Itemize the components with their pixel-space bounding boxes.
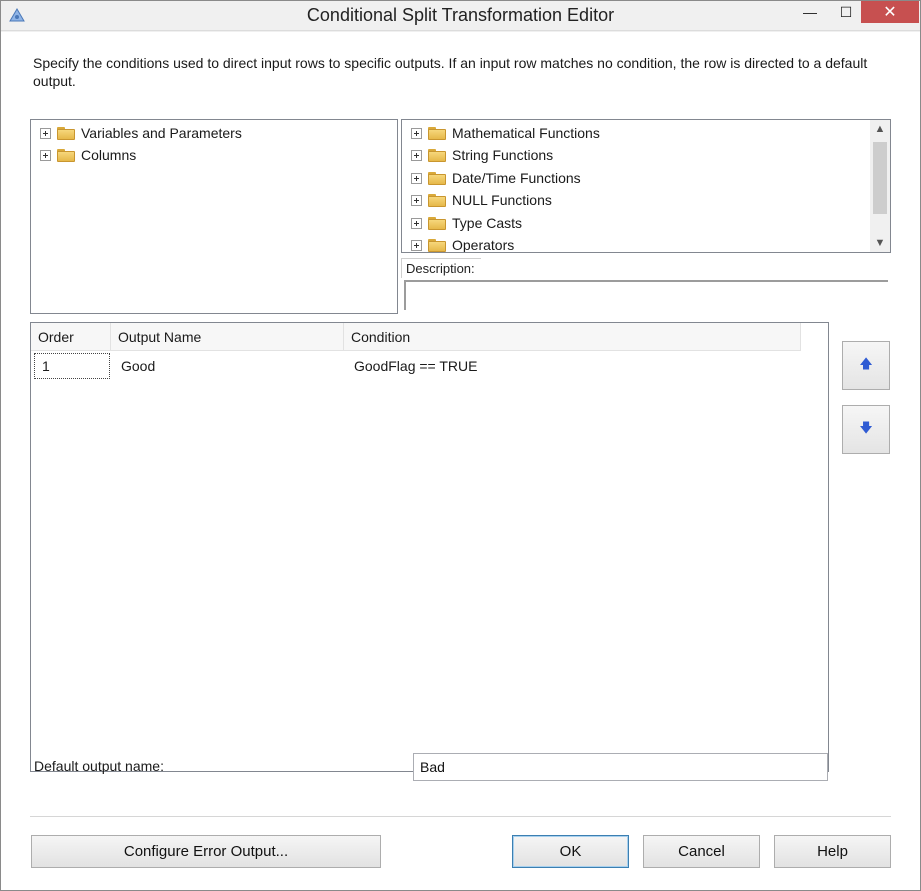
dialog-client-area: Specify the conditions used to direct in… xyxy=(1,32,920,890)
window-title: Conditional Split Transformation Editor xyxy=(306,5,615,25)
grid-header: Order Output Name Condition xyxy=(31,323,801,351)
expand-icon[interactable] xyxy=(40,149,51,161)
help-button[interactable]: Help xyxy=(774,835,891,868)
ok-button[interactable]: OK xyxy=(512,835,629,868)
order-cell[interactable]: 1 xyxy=(33,352,111,380)
tree-item-string-functions[interactable]: String Functions xyxy=(411,144,553,166)
cancel-button[interactable]: Cancel xyxy=(643,835,760,868)
instructions-text: Specify the conditions used to direct in… xyxy=(33,55,868,89)
close-button[interactable]: ✕ xyxy=(861,1,919,23)
tree-item-date-time-functions[interactable]: Date/Time Functions xyxy=(411,167,581,189)
arrow-down-icon: 🡇 xyxy=(859,419,873,435)
tree-item-label: Variables and Parameters xyxy=(81,125,242,141)
tree-item-null-functions[interactable]: NULL Functions xyxy=(411,189,552,211)
folder-icon xyxy=(428,126,446,140)
divider xyxy=(30,816,891,817)
conditions-grid[interactable]: Order Output Name Condition 1 Good GoodF… xyxy=(30,322,829,772)
tree-item-mathematical-functions[interactable]: Mathematical Functions xyxy=(411,122,600,144)
tree-item-label: Mathematical Functions xyxy=(452,125,600,141)
column-header-output-name[interactable]: Output Name xyxy=(111,323,344,351)
expand-icon[interactable] xyxy=(411,239,422,251)
output-name-cell[interactable]: Good xyxy=(111,352,344,380)
description-box xyxy=(404,280,888,310)
scroll-down-icon[interactable]: ▼ xyxy=(870,234,890,252)
folder-icon xyxy=(428,193,446,207)
scroll-up-icon[interactable]: ▲ xyxy=(870,120,890,138)
folder-icon xyxy=(428,148,446,162)
condition-cell[interactable]: GoodFlag == TRUE xyxy=(344,352,801,380)
move-up-button[interactable]: 🡅 xyxy=(842,341,890,390)
scroll-thumb[interactable] xyxy=(873,142,887,214)
column-header-condition[interactable]: Condition xyxy=(344,323,801,351)
default-output-input[interactable] xyxy=(413,753,828,781)
default-output-label: Default output name: xyxy=(34,758,164,774)
expand-icon[interactable] xyxy=(411,194,422,206)
variables-columns-tree[interactable]: Variables and Parameters Columns xyxy=(30,119,398,314)
tree-item-label: Type Casts xyxy=(452,215,523,231)
tree-item-label: Operators xyxy=(452,237,515,253)
folder-icon xyxy=(428,238,446,252)
folder-icon xyxy=(57,126,75,140)
arrow-up-icon: 🡅 xyxy=(859,355,873,371)
tree-item-label: Columns xyxy=(81,147,137,163)
description-label: Description: xyxy=(401,258,481,278)
dialog-window: Conditional Split Transformation Editor … xyxy=(0,0,921,891)
tree-item-label: NULL Functions xyxy=(452,192,552,208)
configure-error-output-button[interactable]: Configure Error Output... xyxy=(31,835,381,868)
tree-item-type-casts[interactable]: Type Casts xyxy=(411,212,522,234)
column-header-order[interactable]: Order xyxy=(31,323,111,351)
move-down-button[interactable]: 🡇 xyxy=(842,405,890,454)
functions-tree[interactable]: Mathematical Functions String Functions … xyxy=(401,119,891,253)
expand-icon[interactable] xyxy=(411,149,422,161)
expand-icon[interactable] xyxy=(40,127,51,139)
title-bar[interactable]: Conditional Split Transformation Editor … xyxy=(1,1,920,31)
expand-icon[interactable] xyxy=(411,172,422,184)
expand-icon[interactable] xyxy=(411,217,422,229)
tree-item-columns[interactable]: Columns xyxy=(40,144,136,166)
folder-icon xyxy=(428,171,446,185)
tree-item-variables-and-parameters[interactable]: Variables and Parameters xyxy=(40,122,242,144)
tree-item-label: String Functions xyxy=(452,147,554,163)
tree-item-label: Date/Time Functions xyxy=(452,170,581,186)
expand-icon[interactable] xyxy=(411,127,422,139)
folder-icon xyxy=(428,216,446,230)
functions-scrollbar[interactable]: ▲ ▼ xyxy=(870,120,890,252)
tree-item-operators[interactable]: Operators xyxy=(411,234,515,253)
folder-icon xyxy=(57,148,75,162)
table-row[interactable]: 1 Good GoodFlag == TRUE xyxy=(31,352,801,380)
